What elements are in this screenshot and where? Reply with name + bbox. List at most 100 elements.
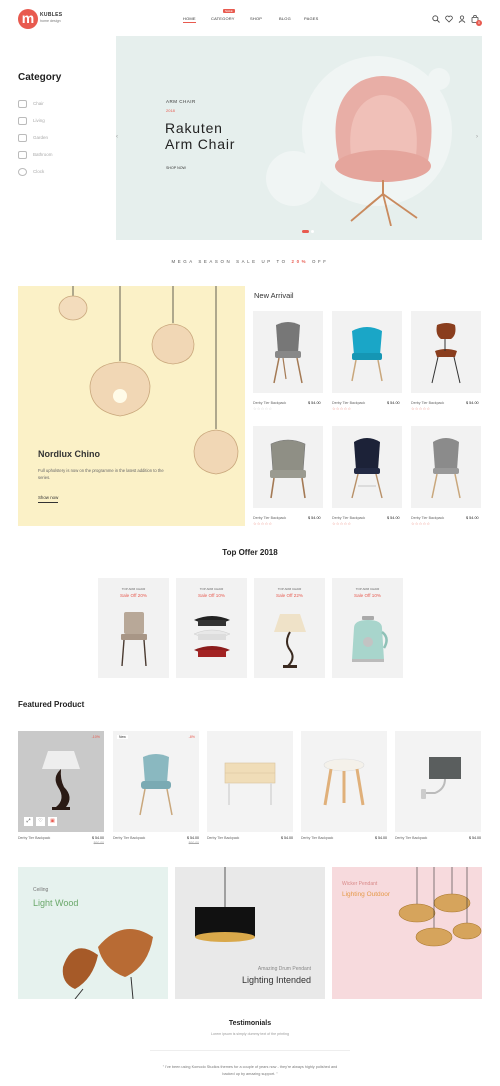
product-name[interactable]: Derby Tier Backpack (301, 836, 333, 840)
user-icon[interactable] (458, 15, 466, 23)
product-name[interactable]: Derby Tier Backpack (395, 836, 427, 840)
cart-count: 0 (476, 20, 482, 26)
rope-chair-image (270, 439, 306, 499)
brand-name: KUBLES (40, 12, 63, 18)
offer-kicker: TOP ARM CHAIR (121, 587, 146, 591)
wishlist-button[interactable]: ♡ (36, 817, 45, 826)
hero-slider: ARM CHAIR 2018 Rakuten Arm Chair SHOP NO… (116, 36, 482, 240)
promo-suffix: OFF (311, 259, 329, 264)
product-image[interactable] (332, 426, 402, 508)
nav-pages[interactable]: PAGES (304, 16, 319, 21)
slider-prev-arrow[interactable]: ‹ (116, 134, 118, 140)
product-price: $ 54.00 (308, 401, 321, 405)
feature-title: Nordlux Chino (38, 449, 100, 459)
kettle-image (352, 616, 388, 662)
hero-cta[interactable]: SHOP NOW (166, 166, 186, 170)
product-image[interactable] (301, 731, 387, 832)
product-old-price: $60.00 (188, 841, 199, 845)
offer-sale: Sale Off 20% (120, 593, 147, 598)
offer-kicker: TOP ARM CHAIR (355, 587, 380, 591)
product-price: $ 54.00 (469, 836, 481, 840)
product-old-price: $60.00 (93, 841, 104, 845)
wood-chair-image (431, 323, 461, 384)
testimonial-quote: " I've been using Komodo Studios themes … (162, 1065, 338, 1076)
product-name[interactable]: Derby Tier Backpack (411, 401, 444, 405)
product-image[interactable]: New -8% (113, 731, 199, 832)
product-name[interactable]: Derby Tier Backpack (253, 516, 286, 520)
navy-chair-image (351, 438, 383, 499)
nav-shop[interactable]: SHOP (250, 16, 262, 21)
offer-card[interactable]: TOP ARM CHAIR Sale Off 22% (254, 578, 325, 678)
rating-stars: ☆☆☆☆☆ (253, 406, 273, 411)
product-name[interactable]: Derby Tier Backpack (332, 401, 365, 405)
nav-category[interactable]: CATEGORY (211, 16, 235, 21)
search-icon[interactable] (432, 15, 440, 23)
product-image[interactable] (332, 311, 402, 393)
sidebar-item-living[interactable]: Living (18, 117, 45, 125)
offer-kicker: TOP ARM CHAIR (199, 587, 224, 591)
product-name[interactable]: Derby Tier Backpack (18, 836, 50, 840)
rating-stars: ☆☆☆☆☆ (332, 521, 352, 526)
feature-desc: Full upholstery is now on the programme … (38, 468, 164, 480)
lamp-icon (18, 117, 27, 125)
offer-card[interactable]: TOP ARM CHAIR Sale Off 10% (176, 578, 247, 678)
product-image[interactable] (253, 426, 323, 508)
product-image[interactable] (411, 426, 481, 508)
product-name[interactable]: Derby Tier Backpack (332, 516, 365, 520)
banner-title: Lighting Outdoor (342, 891, 391, 898)
product-name[interactable]: Derby Tier Backpack (113, 836, 145, 840)
banner-light-wood[interactable]: Ceiling Light Wood (18, 867, 168, 999)
new-tag: New (117, 735, 128, 739)
promo-text: MEGA SEASON SALE UP TO (171, 259, 288, 264)
logo[interactable]: m (18, 9, 38, 29)
product-image[interactable]: -10% ⤢ ♡ ▣ (18, 731, 104, 832)
quick-view-button[interactable]: ⤢ (24, 817, 33, 826)
sidebar-item-bathroom[interactable]: Bathroom (18, 151, 53, 159)
banner-title: Lighting Intended (241, 975, 311, 985)
nav-blog[interactable]: BLOG (279, 16, 291, 21)
product-image[interactable] (411, 311, 481, 393)
sidebar-item-clock[interactable]: Clock (18, 168, 44, 176)
sidebar-item-chair[interactable]: Chair (18, 100, 44, 108)
chair-icon (18, 100, 27, 108)
product-price: $ 54.00 (387, 401, 400, 405)
nav-home[interactable]: HOME (183, 16, 196, 23)
slider-dot[interactable] (311, 230, 314, 233)
wall-lamp-image (421, 757, 461, 799)
hero-title-line2: Arm Chair (165, 136, 236, 152)
product-name[interactable]: Derby Tier Backpack (411, 516, 444, 520)
product-image[interactable] (395, 731, 481, 832)
banner-kicker: Ceiling (33, 887, 49, 893)
wood-pendant-image (62, 929, 153, 999)
banner-kicker: Amazing Drum Pendant (257, 966, 311, 972)
product-price: $ 54.00 (466, 401, 479, 405)
product-image[interactable] (207, 731, 293, 832)
product-image[interactable] (253, 311, 323, 393)
garden-icon (18, 134, 27, 142)
product-name[interactable]: Derby Tier Backpack (207, 836, 239, 840)
slider-next-arrow[interactable]: › (476, 134, 478, 140)
banner-wicker-pendant[interactable]: Wicker Pendant Lighting Outdoor (332, 867, 482, 999)
product-name[interactable]: Derby Tier Backpack (253, 401, 286, 405)
wicker-pendants-image (398, 867, 482, 947)
testimonials-subtitle: Lorem ipsum is simply dummy text of the … (211, 1032, 289, 1036)
offer-kicker: TOP ARM CHAIR (277, 587, 302, 591)
slider-dot-active[interactable] (302, 230, 309, 233)
sidebar-title: Category (18, 72, 62, 83)
feature-cta[interactable]: Show now (38, 495, 59, 503)
rating-stars: ☆☆☆☆☆ (253, 521, 273, 526)
offer-sale: Sale Off 10% (198, 593, 225, 598)
add-to-cart-button[interactable]: ▣ (48, 817, 57, 826)
promo-highlight: 20% (291, 259, 309, 264)
banner-drum-pendant[interactable]: Amazing Drum Pendant Lighting Intended (175, 867, 325, 999)
banner-kicker: Wicker Pendant (342, 881, 378, 887)
offer-card[interactable]: TOP ARM CHAIR Sale Off 20% (98, 578, 169, 678)
featured-title: Featured Product (18, 700, 85, 709)
feature-banner[interactable]: Nordlux Chino Full upholstery is now on … (18, 286, 245, 526)
offer-card[interactable]: TOP ARM CHAIR Sale Off 10% (332, 578, 403, 678)
sidebar-item-garden[interactable]: Garden (18, 134, 48, 142)
heart-icon[interactable] (445, 15, 453, 23)
clock-icon (18, 168, 27, 176)
product-price: $ 54.00 (308, 516, 321, 520)
hero-eyebrow: ARM CHAIR (166, 99, 196, 104)
